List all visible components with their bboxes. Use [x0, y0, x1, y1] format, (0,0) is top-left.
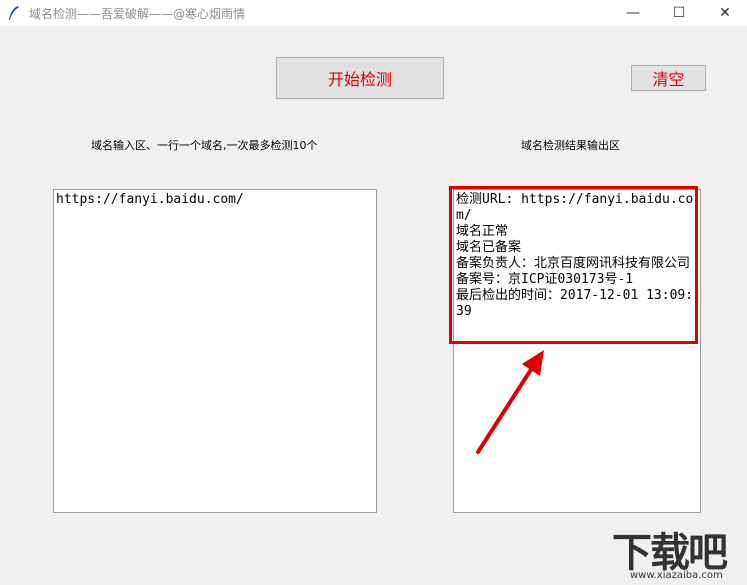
- input-line: https://fanyi.baidu.com/: [56, 192, 244, 207]
- input-area-label: 域名输入区、一行一个域名,一次最多检测10个: [91, 139, 318, 152]
- window-title: 域名检测——吾爱破解——@寒心烟雨情: [29, 7, 246, 21]
- output-line-icp: 备案号：京ICP证030173号-1: [456, 272, 634, 287]
- output-line-url: 检测URL: https://fanyi.baidu.com/: [456, 192, 694, 223]
- maximize-button[interactable]: ☐: [656, 0, 702, 26]
- output-line-owner: 备案负责人：北京百度网讯科技有限公司: [456, 256, 691, 271]
- domain-input-textarea[interactable]: https://fanyi.baidu.com/: [53, 189, 377, 513]
- start-check-button[interactable]: 开始检测: [276, 57, 444, 99]
- title-bar: 域名检测——吾爱破解——@寒心烟雨情 — ☐ ✕: [0, 0, 747, 26]
- output-area-label: 域名检测结果输出区: [521, 139, 620, 152]
- output-line-status: 域名正常: [456, 224, 509, 239]
- feather-icon: [9, 6, 19, 20]
- close-button[interactable]: ✕: [702, 0, 747, 26]
- pointer-arrow-icon: [476, 350, 544, 454]
- watermark-url: www.xiazaiba.com: [630, 570, 723, 581]
- output-line-time: 最后检出的时间：2017-12-01 13:09:39: [456, 288, 694, 319]
- output-line-filing: 域名已备案: [456, 240, 522, 255]
- watermark-logo: 下载吧 www.xiazaiba.com: [610, 520, 747, 585]
- minimize-button[interactable]: —: [610, 0, 656, 26]
- clear-button[interactable]: 清空: [631, 65, 706, 91]
